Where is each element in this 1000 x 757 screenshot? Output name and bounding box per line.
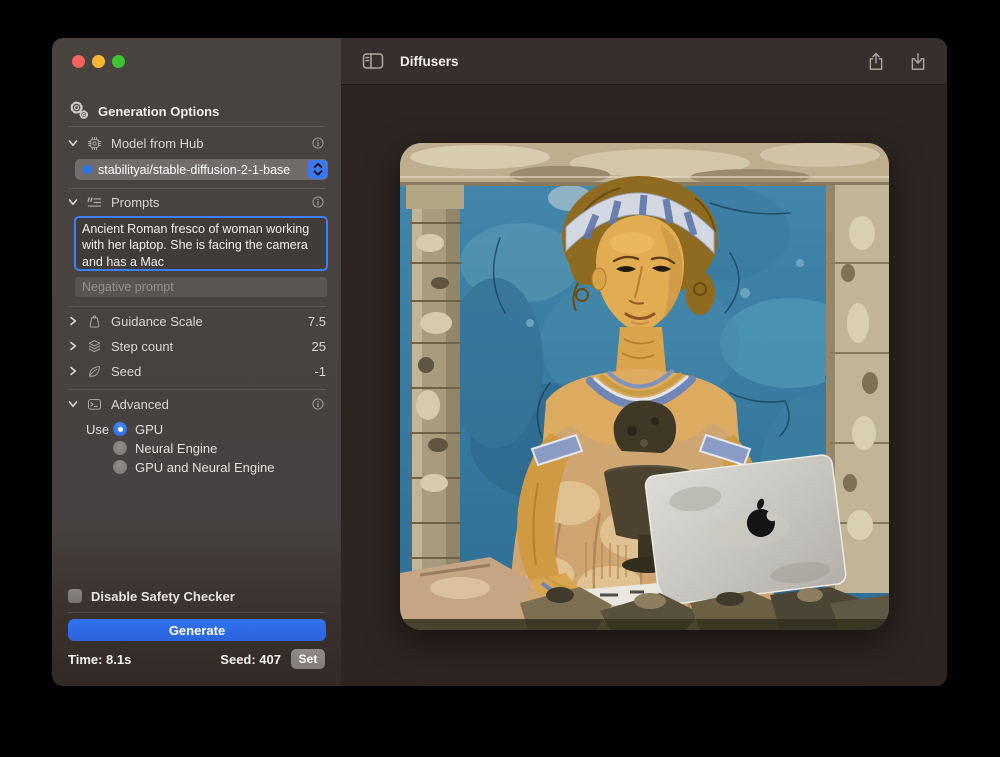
safety-checker-label: Disable Safety Checker bbox=[91, 589, 235, 604]
layers-stack-icon bbox=[86, 338, 103, 355]
chip-icon bbox=[86, 135, 103, 152]
gears-icon bbox=[69, 100, 89, 123]
seed-label: Seed bbox=[111, 364, 141, 379]
prompts-row: Prompts bbox=[68, 193, 326, 211]
share-icon[interactable] bbox=[866, 50, 886, 78]
chevron-right-icon[interactable] bbox=[68, 366, 78, 376]
divider bbox=[68, 188, 326, 189]
guidance-scale-row: Guidance Scale 7.5 bbox=[68, 312, 326, 330]
divider bbox=[68, 306, 326, 307]
compute-option-neural-engine[interactable]: Neural Engine bbox=[113, 439, 217, 457]
radio-selected[interactable] bbox=[113, 422, 127, 436]
window-title: Diffusers bbox=[400, 38, 459, 84]
prompts-label: Prompts bbox=[111, 195, 159, 210]
toolbar: Diffusers bbox=[341, 38, 947, 85]
negative-prompt-input[interactable] bbox=[75, 277, 327, 297]
chevron-right-icon[interactable] bbox=[68, 316, 78, 326]
window-controls bbox=[72, 55, 125, 68]
sidebar: Generation Options Model from Hub bbox=[52, 38, 341, 686]
divider bbox=[68, 389, 326, 390]
divider bbox=[68, 612, 326, 613]
step-count-value: 25 bbox=[312, 339, 326, 354]
disable-safety-checker-row[interactable]: Disable Safety Checker bbox=[68, 587, 235, 605]
compute-option-gpu-and-neural-engine[interactable]: GPU and Neural Engine bbox=[113, 458, 274, 476]
seed-value: -1 bbox=[314, 364, 326, 379]
model-from-hub-label: Model from Hub bbox=[111, 136, 203, 151]
step-count-label: Step count bbox=[111, 339, 173, 354]
radio-unselected[interactable] bbox=[113, 460, 127, 474]
advanced-row: Advanced bbox=[68, 395, 326, 413]
advanced-info-icon[interactable] bbox=[310, 396, 326, 412]
model-info-icon[interactable] bbox=[310, 135, 326, 151]
compute-option-gpu[interactable]: GPU bbox=[113, 420, 163, 438]
terminal-icon bbox=[86, 396, 103, 413]
use-label: Use bbox=[86, 420, 109, 438]
model-selected-value: stabilityai/stable-diffusion-2-1-base bbox=[98, 163, 290, 177]
sidebar-toggle-icon[interactable] bbox=[362, 52, 384, 76]
generate-button[interactable]: Generate bbox=[68, 619, 326, 641]
set-seed-button[interactable]: Set bbox=[291, 649, 325, 669]
model-loaded-indicator bbox=[83, 165, 92, 174]
guidance-scale-label: Guidance Scale bbox=[111, 314, 203, 329]
model-from-hub-row: Model from Hub bbox=[68, 134, 326, 152]
radio-label: GPU and Neural Engine bbox=[135, 460, 274, 475]
close-window-button[interactable] bbox=[72, 55, 85, 68]
advanced-label: Advanced bbox=[111, 397, 169, 412]
diffusers-app-window: Generation Options Model from Hub bbox=[52, 38, 947, 686]
sidebar-title: Generation Options bbox=[98, 104, 219, 119]
radio-label: GPU bbox=[135, 422, 163, 437]
generated-image bbox=[400, 143, 889, 630]
radio-label: Neural Engine bbox=[135, 441, 217, 456]
desktop-background: Generation Options Model from Hub bbox=[0, 0, 1000, 757]
seed-row: Seed -1 bbox=[68, 362, 326, 380]
weight-icon bbox=[86, 313, 103, 330]
zoom-window-button[interactable] bbox=[112, 55, 125, 68]
chevron-down-icon[interactable] bbox=[68, 197, 78, 207]
radio-unselected[interactable] bbox=[113, 441, 127, 455]
chevron-down-icon[interactable] bbox=[68, 399, 78, 409]
chevron-down-icon[interactable] bbox=[68, 138, 78, 148]
prompt-input[interactable]: Ancient Roman fresco of woman working wi… bbox=[74, 216, 328, 271]
safety-checker-checkbox[interactable] bbox=[68, 589, 82, 603]
chevron-right-icon[interactable] bbox=[68, 341, 78, 351]
generation-options-header: Generation Options bbox=[69, 100, 219, 123]
leaf-icon bbox=[86, 363, 103, 380]
popup-stepper-icon bbox=[308, 160, 327, 179]
prompts-info-icon[interactable] bbox=[310, 194, 326, 210]
divider bbox=[68, 126, 326, 127]
last-seed: Seed: 407 bbox=[220, 648, 281, 670]
main-pane: Diffusers bbox=[341, 38, 947, 686]
model-select[interactable]: stabilityai/stable-diffusion-2-1-base bbox=[75, 159, 328, 180]
step-count-row: Step count 25 bbox=[68, 337, 326, 355]
download-icon[interactable] bbox=[908, 50, 928, 78]
guidance-scale-value: 7.5 bbox=[308, 314, 326, 329]
generation-time: Time: 8.1s bbox=[68, 648, 131, 670]
image-canvas bbox=[341, 85, 947, 686]
minimize-window-button[interactable] bbox=[92, 55, 105, 68]
text-quote-icon bbox=[86, 194, 103, 211]
